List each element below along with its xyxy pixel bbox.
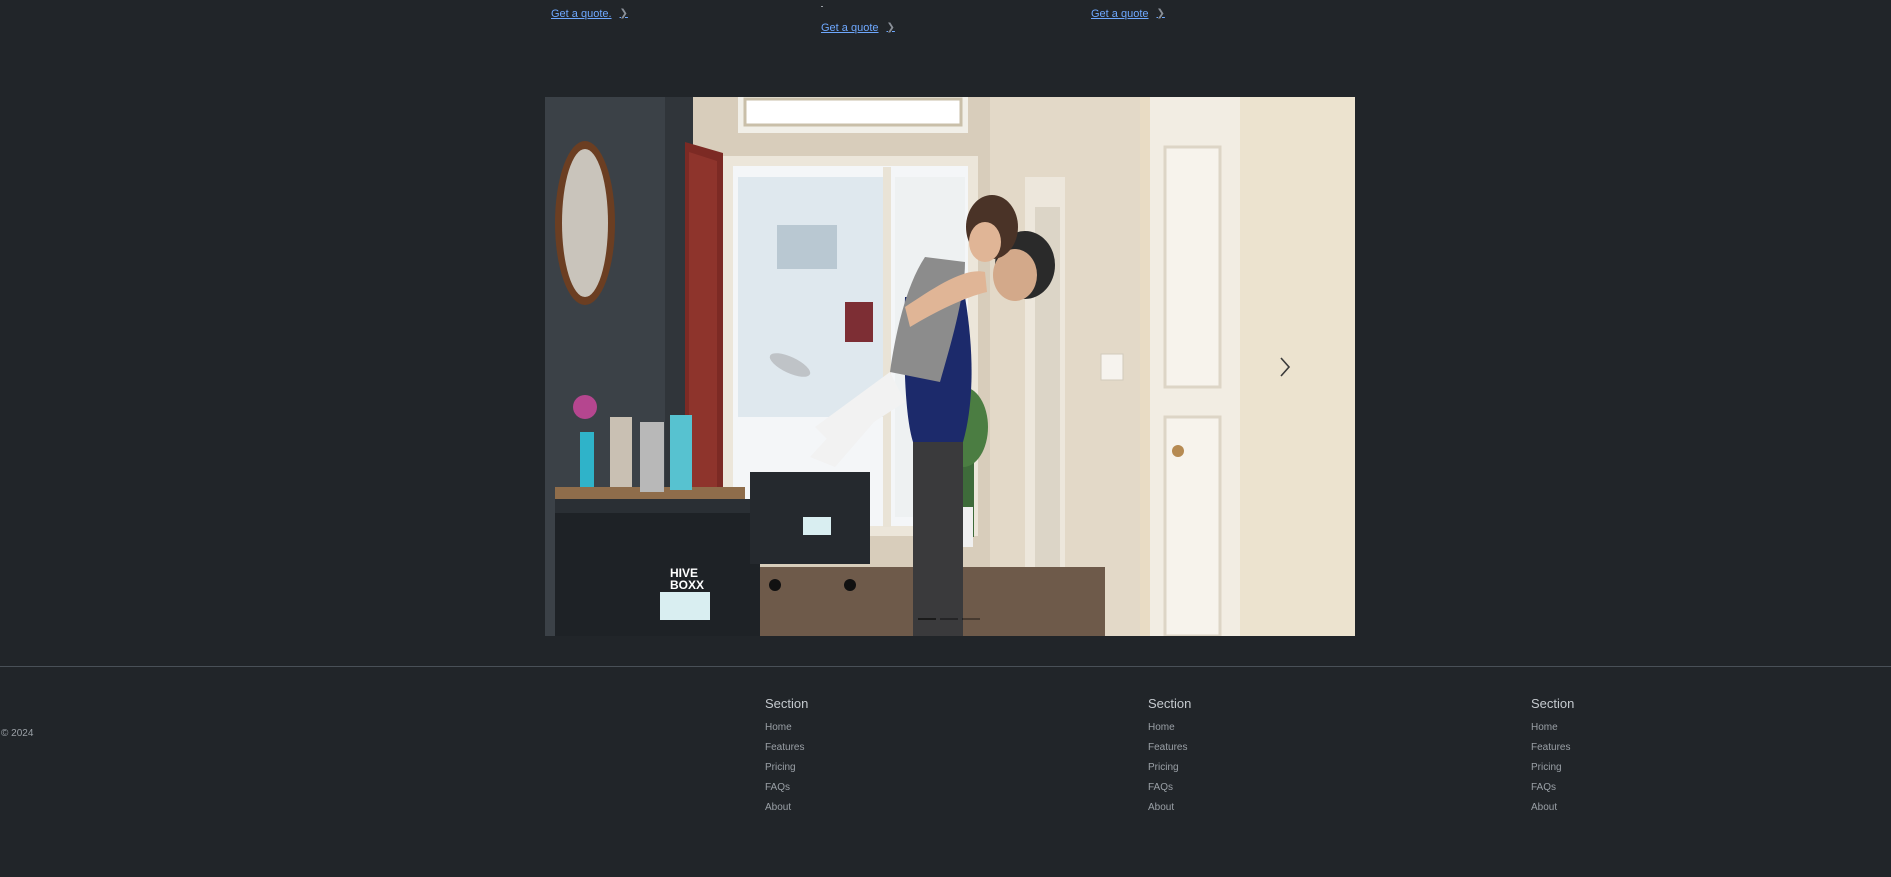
- get-quote-link-3[interactable]: Get a quote ❯: [1091, 7, 1165, 21]
- footer-link-about[interactable]: About: [765, 802, 791, 813]
- chevron-right-icon: ❯: [1156, 7, 1165, 19]
- footer-link-features[interactable]: Features: [1148, 742, 1187, 753]
- carousel-indicator-1[interactable]: [918, 618, 936, 620]
- footer-link-home[interactable]: Home: [1148, 722, 1175, 733]
- footer-link-pricing[interactable]: Pricing: [1531, 762, 1562, 773]
- chevron-right-icon: ❯: [619, 7, 628, 19]
- footer-link-faqs[interactable]: FAQs: [1148, 782, 1173, 793]
- footer-divider: [0, 666, 1891, 667]
- carousel-indicator-2[interactable]: [940, 618, 958, 620]
- footer-link-pricing[interactable]: Pricing: [765, 762, 796, 773]
- bin-brand-text-2: BOXX: [670, 578, 704, 592]
- carousel-slide-image: HIVE BOXX: [545, 97, 1355, 636]
- footer-link-faqs[interactable]: FAQs: [1531, 782, 1556, 793]
- get-quote-link-2[interactable]: Get a quote ❯: [821, 21, 895, 35]
- get-quote-link-1[interactable]: Get a quote. ❯: [551, 7, 628, 21]
- carousel-prev-button[interactable]: [555, 349, 591, 385]
- footer-column-heading: Section: [1531, 696, 1575, 711]
- footer-column-3: Section Home Features Pricing FAQs About: [1531, 696, 1574, 818]
- footer-column-2: Section Home Features Pricing FAQs About: [1148, 696, 1191, 818]
- copyright-text: © 2024: [1, 728, 34, 739]
- footer-column-heading: Section: [1148, 696, 1192, 711]
- get-quote-label-3: Get a quote: [1091, 8, 1149, 20]
- get-quote-label-1: Get a quote.: [551, 8, 612, 20]
- footer-column-heading: Section: [765, 696, 809, 711]
- divider-dot: [821, 6, 823, 7]
- carousel-next-button[interactable]: [1267, 349, 1303, 385]
- footer-link-features[interactable]: Features: [1531, 742, 1570, 753]
- footer-link-home[interactable]: Home: [765, 722, 792, 733]
- footer-link-about[interactable]: About: [1531, 802, 1557, 813]
- get-quote-label-2: Get a quote: [821, 22, 879, 34]
- page: Get a quote. ❯ Get a quote ❯ Get a quote…: [0, 0, 1891, 877]
- chevron-right-icon: [1280, 357, 1291, 377]
- footer-link-pricing[interactable]: Pricing: [1148, 762, 1179, 773]
- carousel-indicator-3[interactable]: [962, 618, 980, 620]
- image-carousel[interactable]: HIVE BOXX: [545, 97, 1355, 636]
- chevron-right-icon: ❯: [886, 21, 895, 33]
- footer-link-faqs[interactable]: FAQs: [765, 782, 790, 793]
- carousel-indicators: [918, 618, 980, 620]
- footer-link-home[interactable]: Home: [1531, 722, 1558, 733]
- footer-column-1: Section Home Features Pricing FAQs About: [765, 696, 808, 818]
- footer-link-about[interactable]: About: [1148, 802, 1174, 813]
- footer-link-features[interactable]: Features: [765, 742, 804, 753]
